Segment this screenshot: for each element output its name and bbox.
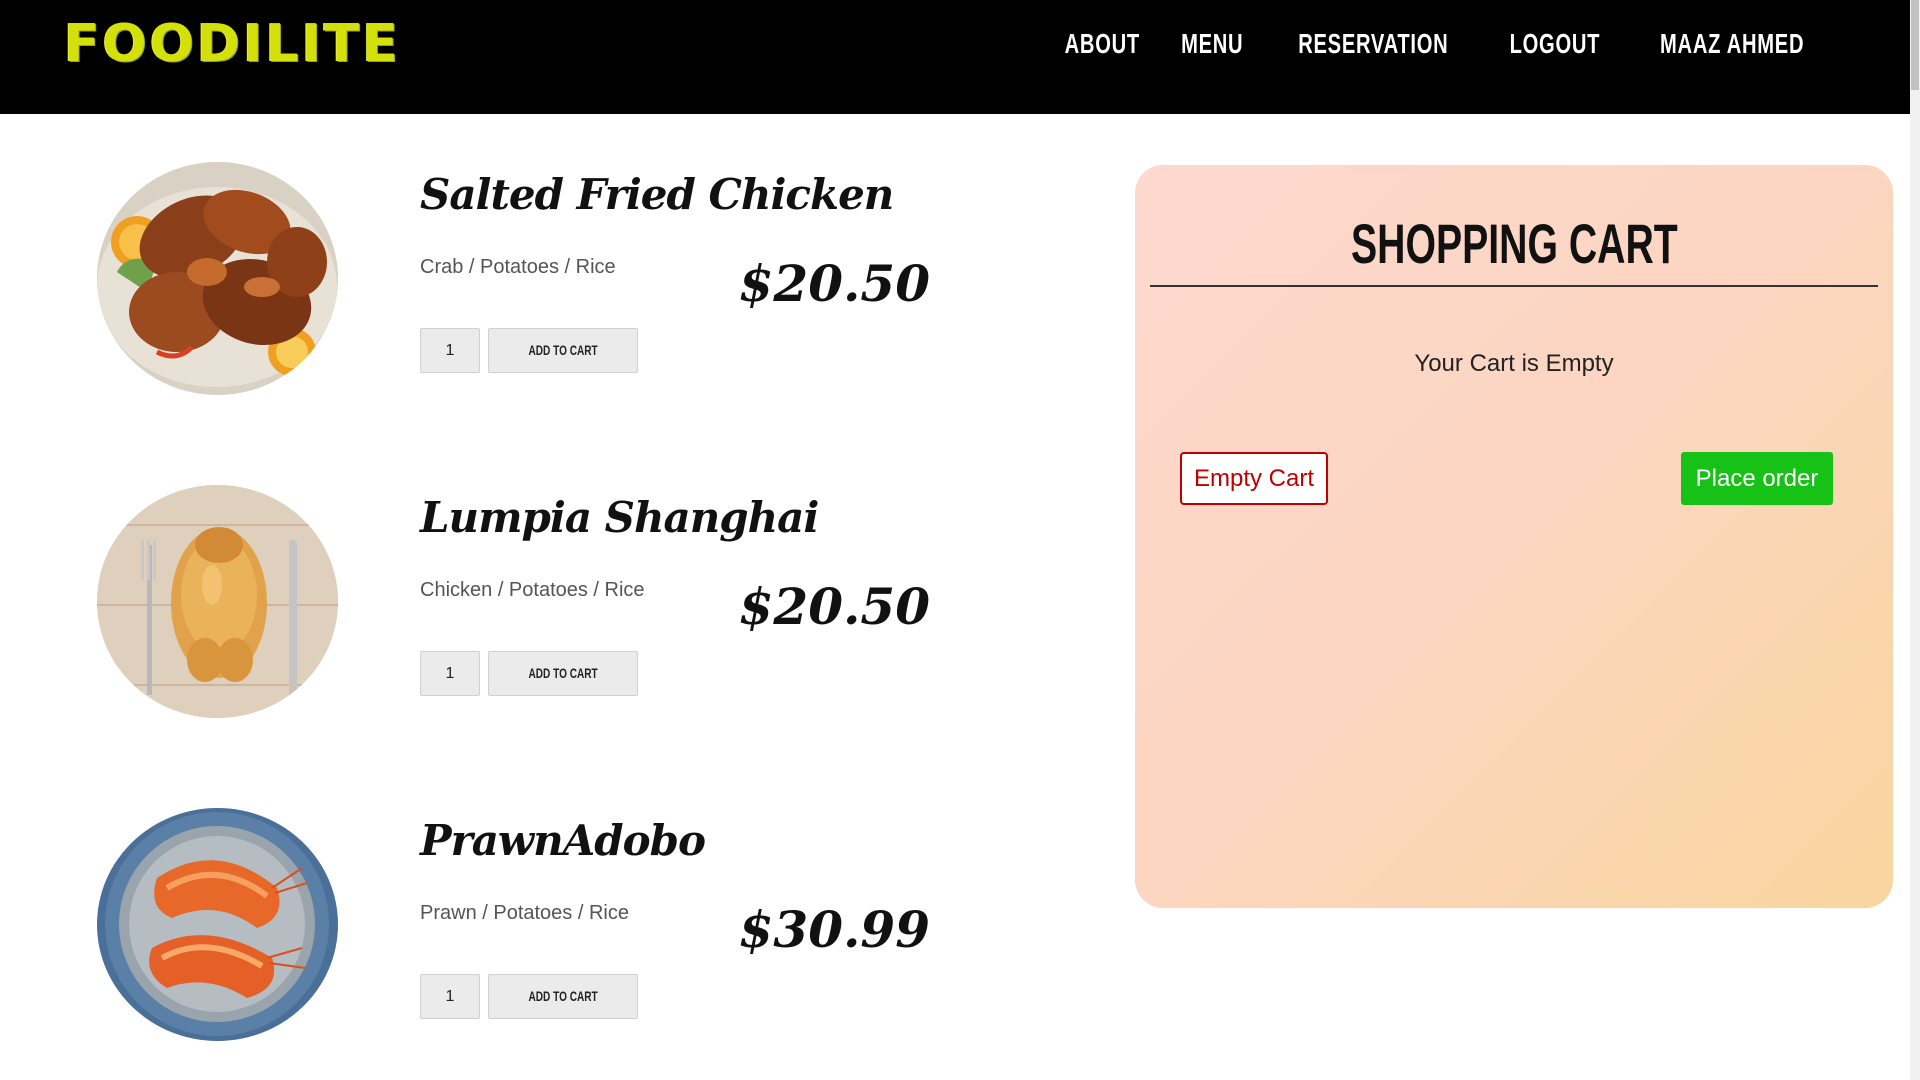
- nav-links: ABOUT MENU RESERVATION LOGOUT MAAZ AHMED: [1064, 28, 1818, 60]
- quantity-input[interactable]: 1: [420, 328, 480, 373]
- cart-title-text: SHOPPING CART: [1350, 212, 1678, 275]
- top-navbar: FOODILITE ABOUT MENU RESERVATION LOGOUT …: [0, 0, 1910, 114]
- cart-empty-message: Your Cart is Empty: [1414, 350, 1614, 377]
- cart-title: SHOPPING CART: [1135, 211, 1893, 276]
- dish-price: $20.50: [738, 254, 930, 313]
- add-to-cart-label: ADD TO CART: [528, 988, 598, 1004]
- scrollbar-thumb[interactable]: [1911, 0, 1919, 90]
- scrollbar[interactable]: [1910, 0, 1920, 1080]
- menu-item: Lumpia Shanghai Chicken / Potatoes / Ric…: [0, 485, 1000, 725]
- menu-item: PrawnAdobo Prawn / Potatoes / Rice $30.9…: [0, 808, 1000, 1048]
- dish-name: PrawnAdobo: [420, 816, 706, 865]
- dish-price: $20.50: [738, 577, 930, 636]
- add-to-cart-button[interactable]: ADD TO CART: [488, 974, 638, 1019]
- whole-roast-chicken-image: [97, 485, 338, 718]
- quantity-input[interactable]: 1: [420, 974, 480, 1019]
- dish-name: Lumpia Shanghai: [420, 493, 819, 542]
- add-to-cart-label: ADD TO CART: [528, 342, 598, 358]
- dish-description: Chicken / Potatoes / Rice: [420, 579, 645, 601]
- add-to-cart-button[interactable]: ADD TO CART: [488, 328, 638, 373]
- menu-item: Salted Fried Chicken Crab / Potatoes / R…: [0, 162, 1000, 402]
- dish-name: Salted Fried Chicken: [420, 170, 894, 219]
- cart-divider: [1150, 285, 1878, 287]
- prawn-plate-image: [97, 808, 338, 1041]
- roasted-chicken-plate-image: [97, 162, 338, 395]
- nav-item-menu[interactable]: MENU: [1181, 28, 1243, 60]
- dish-description: Prawn / Potatoes / Rice: [420, 902, 629, 924]
- brand-logo[interactable]: FOODILITE: [64, 14, 401, 74]
- nav-item-reservation[interactable]: RESERVATION: [1299, 28, 1449, 60]
- quantity-input[interactable]: 1: [420, 651, 480, 696]
- nav-item-about[interactable]: ABOUT: [1065, 28, 1140, 60]
- empty-cart-button[interactable]: Empty Cart: [1180, 452, 1328, 505]
- dish-description: Crab / Potatoes / Rice: [420, 256, 616, 278]
- add-to-cart-label: ADD TO CART: [528, 665, 598, 681]
- place-order-button[interactable]: Place order: [1681, 452, 1833, 505]
- nav-item-logout[interactable]: LOGOUT: [1510, 28, 1601, 60]
- shopping-cart-panel: SHOPPING CART Your Cart is Empty Empty C…: [1135, 165, 1893, 908]
- dish-price: $30.99: [738, 900, 930, 959]
- add-to-cart-button[interactable]: ADD TO CART: [488, 651, 638, 696]
- nav-item-user[interactable]: MAAZ AHMED: [1660, 28, 1804, 60]
